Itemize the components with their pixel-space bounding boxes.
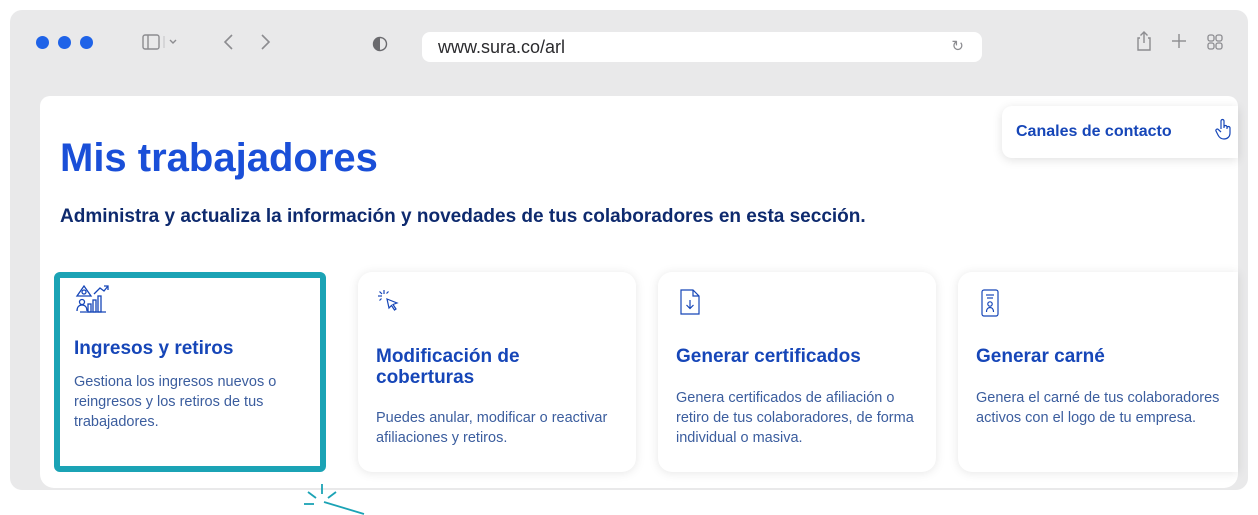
url-text: www.sura.co/arl bbox=[438, 37, 566, 57]
card-modificacion-coberturas[interactable]: Modificación de coberturas Puedes anular… bbox=[358, 272, 636, 472]
address-bar[interactable]: www.sura.co/arl ↻ bbox=[422, 32, 982, 62]
page-content: Canales de contacto Mis trabajadores Adm… bbox=[40, 96, 1238, 488]
new-tab-icon[interactable] bbox=[1170, 32, 1188, 54]
card-description: Gestiona los ingresos nuevos o reingreso… bbox=[74, 374, 277, 430]
card-title: Modificación de coberturas bbox=[376, 346, 520, 388]
card-ingresos-retiros[interactable]: Ingresos y retiros Gestiona los ingresos… bbox=[54, 272, 326, 472]
chart-people-icon bbox=[74, 282, 110, 323]
sidebar-toggle-icon[interactable] bbox=[142, 32, 182, 56]
card-description: Genera certificados de afiliación o reti… bbox=[676, 390, 914, 446]
id-card-icon bbox=[976, 288, 1004, 323]
back-icon[interactable] bbox=[222, 32, 236, 56]
card-generar-carne[interactable]: Generar carné Genera el carné de tus col… bbox=[958, 272, 1238, 472]
contact-channels-label: Canales de contacto bbox=[1016, 123, 1172, 140]
forward-icon[interactable] bbox=[258, 32, 272, 56]
click-sparkle-icon bbox=[300, 484, 370, 515]
card-title: Generar carné bbox=[976, 346, 1105, 367]
page-subtitle: Administra y actualiza la información y … bbox=[60, 206, 866, 227]
pointer-hand-icon bbox=[1214, 118, 1234, 147]
contact-channels-button[interactable]: Canales de contacto bbox=[1002, 106, 1238, 158]
window-close-button[interactable] bbox=[36, 36, 49, 49]
window-minimize-button[interactable] bbox=[58, 36, 71, 49]
privacy-shield-icon[interactable] bbox=[372, 36, 388, 56]
card-description: Puedes anular, modificar o reactivar afi… bbox=[376, 410, 608, 446]
card-title: Generar certificados bbox=[676, 346, 861, 367]
share-icon[interactable] bbox=[1135, 30, 1153, 56]
card-title: Ingresos y retiros bbox=[74, 338, 234, 359]
document-download-icon bbox=[676, 288, 704, 321]
reload-icon[interactable]: ↻ bbox=[951, 37, 964, 55]
window-maximize-button[interactable] bbox=[80, 36, 93, 49]
card-generar-certificados[interactable]: Generar certificados Genera certificados… bbox=[658, 272, 936, 472]
card-description: Genera el carné de tus colaboradores act… bbox=[976, 390, 1220, 426]
tab-overview-icon[interactable] bbox=[1206, 33, 1224, 55]
page-title: Mis trabajadores bbox=[60, 136, 378, 180]
cursor-click-icon bbox=[376, 288, 404, 321]
